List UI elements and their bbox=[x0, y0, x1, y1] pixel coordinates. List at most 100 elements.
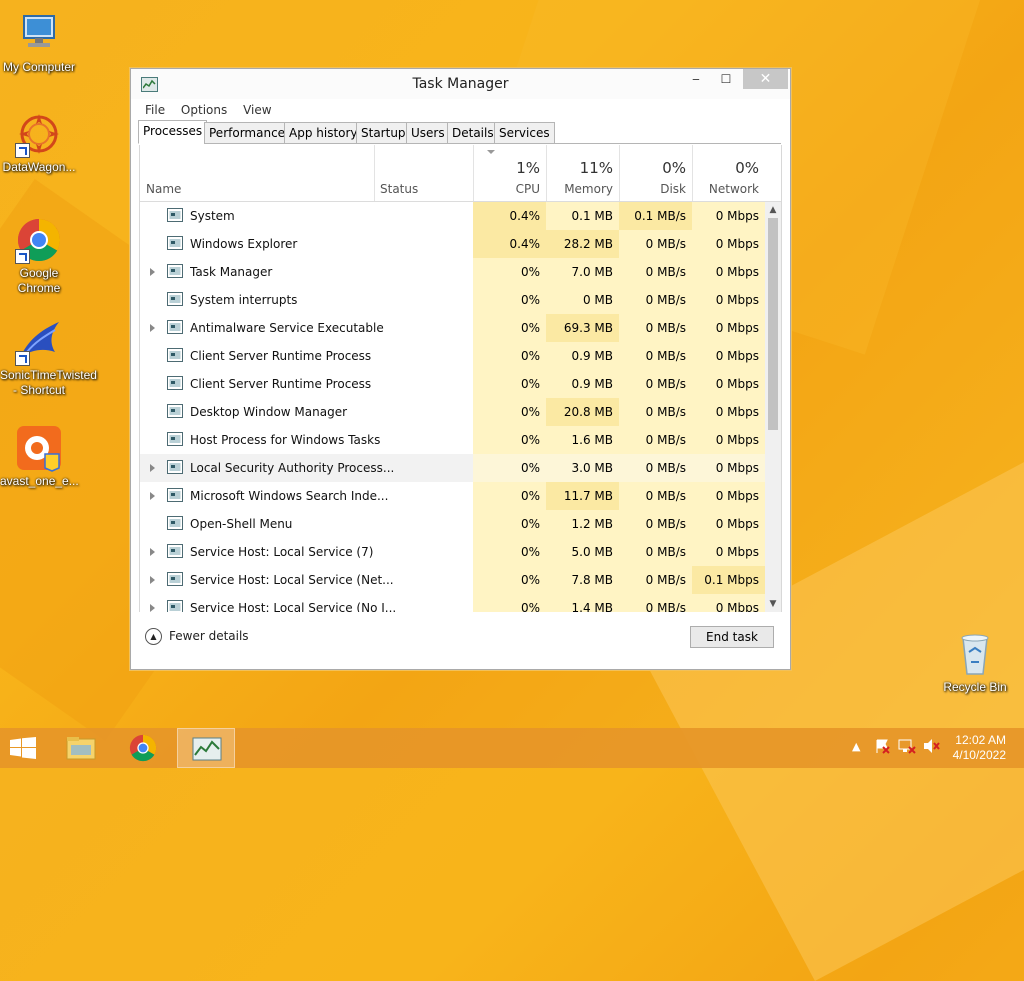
action-center-flag-icon[interactable] bbox=[874, 738, 890, 757]
disk-value: 0 MB/s bbox=[619, 566, 692, 594]
minimize-button[interactable]: ‒ bbox=[681, 69, 711, 89]
expand-arrow-icon[interactable] bbox=[150, 576, 155, 584]
maximize-button[interactable]: ☐ bbox=[711, 69, 741, 89]
process-name: System interrupts bbox=[190, 293, 298, 307]
menu-options[interactable]: Options bbox=[181, 99, 227, 121]
table-row[interactable]: Windows Explorer 0.4% 28.2 MB 0 MB/s 0 Mbps bbox=[140, 230, 765, 258]
end-task-button[interactable]: End task bbox=[690, 626, 774, 648]
expand-arrow-icon[interactable] bbox=[150, 492, 155, 500]
desktop-icon-sonictimetwisted[interactable]: SonicTimeTwisted - Shortcut bbox=[0, 318, 97, 398]
table-row[interactable]: Microsoft Windows Search Inde... 0% 11.7 M… bbox=[140, 482, 765, 510]
table-row[interactable]: Antimalware Service Executable 0% 69.3 MB 0… bbox=[140, 314, 765, 342]
scrollbar-thumb[interactable] bbox=[768, 218, 778, 430]
start-button[interactable] bbox=[0, 728, 54, 768]
table-row[interactable]: Desktop Window Manager 0% 20.8 MB 0 MB/s 0 M… bbox=[140, 398, 765, 426]
task-manager-window: Task Manager ‒ ☐ ✕ File Options View Pro… bbox=[130, 68, 791, 670]
system-clock[interactable]: 12:02 AM 4/10/2022 bbox=[953, 733, 1006, 763]
menu-view[interactable]: View bbox=[243, 99, 271, 121]
cpu-value: 0.4% bbox=[473, 230, 546, 258]
desktop-icon-my-computer[interactable]: My Computer bbox=[0, 10, 78, 75]
column-header-status[interactable]: Status bbox=[374, 145, 473, 201]
column-header-disk[interactable]: 0% Disk bbox=[619, 145, 692, 201]
taskbar-chrome[interactable] bbox=[116, 728, 170, 768]
cpu-value: 0% bbox=[473, 594, 546, 612]
desktop-icon-avast[interactable]: avast_one_e... bbox=[0, 424, 79, 489]
process-icon bbox=[167, 432, 183, 446]
table-row[interactable]: Client Server Runtime Process 0% 0.9 MB 0 M… bbox=[140, 370, 765, 398]
cpu-value: 0% bbox=[473, 538, 546, 566]
column-header-cpu[interactable]: 1% CPU bbox=[473, 145, 546, 201]
network-icon[interactable] bbox=[898, 738, 916, 757]
tab-services[interactable]: Services bbox=[494, 122, 555, 144]
desktop-icon-datawagon[interactable]: DataWagon... bbox=[0, 110, 78, 175]
tab-details[interactable]: Details bbox=[447, 122, 499, 144]
cpu-value: 0% bbox=[473, 426, 546, 454]
network-value: 0.1 Mbps bbox=[692, 566, 765, 594]
show-hidden-icons[interactable]: ▲ bbox=[852, 740, 860, 753]
table-row[interactable]: Service Host: Local Service (7) 0% 5.0 MB 0… bbox=[140, 538, 765, 566]
desktop-icon-label: avast_one_e... bbox=[0, 474, 79, 488]
tab-startup[interactable]: Startup bbox=[356, 122, 411, 144]
chrome-icon bbox=[129, 734, 157, 762]
datawagon-icon bbox=[15, 110, 63, 158]
cpu-value: 0% bbox=[473, 454, 546, 482]
process-icon bbox=[167, 404, 183, 418]
disk-value: 0 MB/s bbox=[619, 258, 692, 286]
column-header-network[interactable]: 0% Network bbox=[692, 145, 765, 201]
table-row[interactable]: Task Manager 0% 7.0 MB 0 MB/s 0 Mbps bbox=[140, 258, 765, 286]
table-row[interactable]: Client Server Runtime Process 0% 0.9 MB 0 M… bbox=[140, 342, 765, 370]
tab-processes[interactable]: Processes bbox=[138, 120, 208, 144]
taskbar-file-explorer[interactable] bbox=[54, 728, 108, 768]
memory-value: 11.7 MB bbox=[546, 482, 619, 510]
process-icon bbox=[167, 572, 183, 586]
disk-value: 0 MB/s bbox=[619, 426, 692, 454]
column-header-memory[interactable]: 11% Memory bbox=[546, 145, 619, 201]
table-row[interactable]: Local Security Authority Process... 0% 3.0… bbox=[140, 454, 765, 482]
shortcut-arrow-icon bbox=[15, 143, 30, 158]
expand-arrow-icon[interactable] bbox=[150, 324, 155, 332]
process-name: Microsoft Windows Search Inde... bbox=[190, 489, 389, 503]
scroll-down-arrow-icon[interactable]: ▼ bbox=[765, 596, 781, 612]
column-header-name[interactable]: Name bbox=[140, 145, 370, 201]
process-icon bbox=[167, 544, 183, 558]
process-name: Antimalware Service Executable bbox=[190, 321, 384, 335]
cpu-value: 0% bbox=[473, 342, 546, 370]
process-rows: System 0.4% 0.1 MB 0.1 MB/s 0 Mbps Windows Ex… bbox=[140, 202, 765, 612]
taskbar-task-manager[interactable] bbox=[177, 728, 235, 768]
process-name: Service Host: Local Service (7) bbox=[190, 545, 374, 559]
footer: ▲ Fewer details End task bbox=[131, 612, 790, 668]
title-bar[interactable]: Task Manager ‒ ☐ ✕ bbox=[131, 69, 790, 99]
table-row[interactable]: System interrupts 0% 0 MB 0 MB/s 0 Mbps bbox=[140, 286, 765, 314]
recycle-bin-icon bbox=[951, 630, 999, 678]
desktop-icon-label: SonicTimeTwisted - Shortcut bbox=[0, 368, 97, 397]
fewer-details-label: Fewer details bbox=[169, 629, 249, 643]
table-row[interactable]: Open-Shell Menu 0% 1.2 MB 0 MB/s 0 Mbps bbox=[140, 510, 765, 538]
table-row[interactable]: Service Host: Local Service (No I... 0% 1.… bbox=[140, 594, 765, 612]
close-button[interactable]: ✕ bbox=[743, 69, 788, 89]
expand-arrow-icon[interactable] bbox=[150, 464, 155, 472]
tab-users[interactable]: Users bbox=[406, 122, 450, 144]
fewer-details-button[interactable]: ▲ Fewer details bbox=[145, 628, 249, 645]
vertical-scrollbar[interactable]: ▲ ▼ bbox=[765, 202, 781, 612]
cpu-value: 0.4% bbox=[473, 202, 546, 230]
tab-performance[interactable]: Performance bbox=[204, 122, 291, 144]
table-row[interactable]: Service Host: Local Service (Net... 0% 7.8… bbox=[140, 566, 765, 594]
expand-arrow-icon[interactable] bbox=[150, 604, 155, 612]
volume-muted-icon[interactable] bbox=[922, 738, 940, 757]
table-row[interactable]: Host Process for Windows Tasks 0% 1.6 MB 0 … bbox=[140, 426, 765, 454]
table-row[interactable]: System 0.4% 0.1 MB 0.1 MB/s 0 Mbps bbox=[140, 202, 765, 230]
windows-logo-icon bbox=[10, 737, 36, 759]
scroll-up-arrow-icon[interactable]: ▲ bbox=[765, 202, 781, 218]
disk-value: 0 MB/s bbox=[619, 370, 692, 398]
desktop-icon-google-chrome[interactable]: Google Chrome bbox=[0, 216, 78, 296]
tab-app-history[interactable]: App history bbox=[284, 122, 363, 144]
expand-arrow-icon[interactable] bbox=[150, 548, 155, 556]
disk-value: 0 MB/s bbox=[619, 342, 692, 370]
expand-arrow-icon[interactable] bbox=[150, 268, 155, 276]
shortcut-arrow-icon bbox=[15, 249, 30, 264]
desktop-icon-recycle-bin[interactable]: Recycle Bin bbox=[936, 630, 1014, 695]
memory-value: 0.1 MB bbox=[546, 202, 619, 230]
menu-file[interactable]: File bbox=[145, 99, 165, 121]
memory-value: 20.8 MB bbox=[546, 398, 619, 426]
disk-value: 0 MB/s bbox=[619, 510, 692, 538]
